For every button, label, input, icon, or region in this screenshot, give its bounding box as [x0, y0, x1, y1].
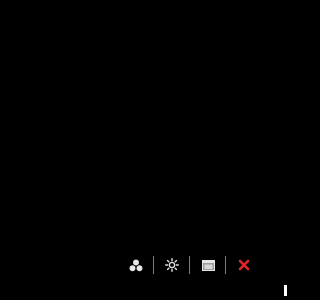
toolbar-separator: [189, 256, 190, 274]
corner-marker: [284, 285, 287, 296]
brightness-icon: [165, 258, 179, 272]
toolbar-separator: [225, 256, 226, 274]
close-icon: [238, 259, 250, 271]
color-circles-icon: [129, 259, 143, 271]
toolbar-separator: [153, 256, 154, 274]
black-screen: [0, 0, 296, 300]
color-settings-button[interactable]: [128, 257, 144, 273]
overlay-toolbar: [125, 255, 255, 275]
close-button[interactable]: [236, 257, 252, 273]
window-icon: [201, 259, 215, 271]
brightness-button[interactable]: [164, 257, 180, 273]
window-button[interactable]: [200, 257, 216, 273]
